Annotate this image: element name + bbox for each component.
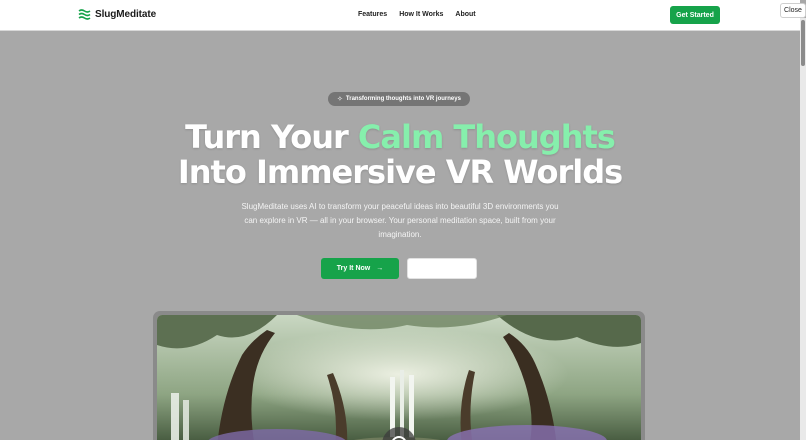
navbar: SlugMeditate Features How It Works About… [0,0,800,31]
close-button[interactable]: Close [780,3,806,18]
preview-frame [153,311,645,440]
forest-scene [157,315,641,440]
nav-links: Features How It Works About [358,11,476,18]
waves-icon [78,9,91,20]
sparkle-icon: ✧ [337,96,343,103]
scrollbar-track[interactable] [800,18,806,440]
headline-part1: Turn Your [185,118,358,156]
hero-subtitle: SlugMeditate uses AI to transform your p… [241,202,559,239]
hero-badge: ✧ Transforming thoughts into VR journeys [328,92,470,106]
get-started-button[interactable]: Get Started [670,6,720,24]
secondary-button[interactable] [407,258,477,279]
headline-accent: Calm Thoughts [357,118,616,156]
nav-link-how-it-works[interactable]: How It Works [399,11,443,18]
vr-preview-image[interactable] [157,315,641,440]
hero-headline-line1: Turn Your Calm Thoughts [0,118,800,156]
scrollbar-thumb[interactable] [801,20,805,66]
hero-headline-line2: Into Immersive VR Worlds [177,153,623,191]
brand-logo[interactable]: SlugMeditate [78,8,156,20]
hero-badge-text: Transforming thoughts into VR journeys [345,96,461,102]
brand-name: SlugMeditate [95,8,157,20]
play-ring [391,436,407,440]
nav-link-features[interactable]: Features [358,11,387,18]
try-it-now-label: Try It Now [336,265,371,272]
arrow-right-icon: → [376,265,384,272]
nav-link-about[interactable]: About [455,11,475,18]
try-it-now-button[interactable]: Try It Now → [321,258,399,279]
